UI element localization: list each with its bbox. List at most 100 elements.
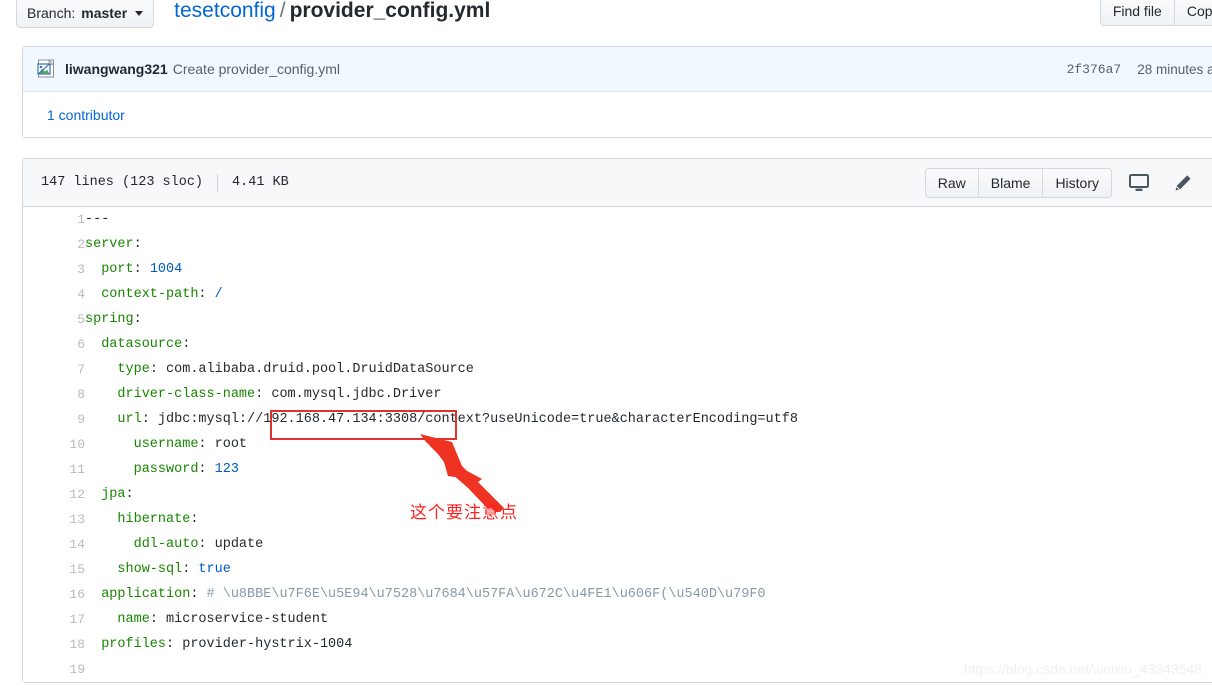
raw-button[interactable]: Raw [924,168,979,198]
code-line: 11 password: 123 [23,457,1212,482]
line-content: hibernate: [85,507,1212,532]
line-content: url: jdbc:mysql://192.168.47.134:3308/co… [85,407,1212,432]
line-number[interactable]: 7 [23,357,85,382]
code-token: username [85,437,199,452]
commit-author[interactable]: liwangwang321 [65,61,168,77]
commit-message[interactable]: Create provider_config.yml [173,61,340,77]
line-number[interactable]: 14 [23,532,85,557]
code-line: 15 show-sql: true [23,557,1212,582]
commit-sha[interactable]: 2f376a7 [1067,62,1122,77]
line-number[interactable]: 11 [23,457,85,482]
line-content: --- [85,207,1212,232]
blob-header: 147 lines (123 sloc) 4.41 KB Raw Blame H… [23,159,1212,207]
branch-name: master [81,5,128,21]
breadcrumb-repo-link[interactable]: tesetconfig [174,0,276,22]
code-token: : [182,337,191,352]
code-token: com.alibaba.druid.pool.DruidDataSource [166,362,474,377]
line-content: type: com.alibaba.druid.pool.DruidDataSo… [85,357,1212,382]
line-number[interactable]: 16 [23,582,85,607]
line-number[interactable]: 8 [23,382,85,407]
blame-button[interactable]: Blame [978,168,1044,198]
code-token: driver-class-name [85,387,256,402]
code-token: update [214,537,264,552]
code-token: : [166,637,183,652]
find-file-button[interactable]: Find file [1099,0,1175,26]
code-token: application [85,587,191,602]
code-token: : [190,512,199,527]
line-number[interactable]: 5 [23,307,85,332]
commit-time: 28 minutes ag [1137,62,1212,77]
code-token: : [198,537,215,552]
blob-actions: Raw Blame History [924,159,1212,207]
history-button[interactable]: History [1043,168,1112,198]
code-line: 16 application: # \u8BBE\u7F6E\u5E94\u75… [23,582,1212,607]
line-number[interactable]: 15 [23,557,85,582]
code-line: 8 driver-class-name: com.mysql.jdbc.Driv… [23,382,1212,407]
line-content: server: [85,232,1212,257]
line-number[interactable]: 10 [23,432,85,457]
code-token: 123 [214,462,239,477]
line-number[interactable]: 1 [23,207,85,232]
code-token: : [133,237,142,252]
contributors-link[interactable]: 1 contributor [47,107,125,123]
branch-selector-button[interactable]: Branch: master [16,0,155,28]
line-content: context-path: / [85,282,1212,307]
code-token: context-path [85,287,199,302]
line-content: jpa: [85,482,1212,507]
line-content: driver-class-name: com.mysql.jdbc.Driver [85,382,1212,407]
line-number[interactable]: 6 [23,332,85,357]
commit-meta: 2f376a7 28 minutes ag [1067,47,1212,92]
blob-lines-count: 147 lines (123 sloc) [41,175,204,190]
line-number[interactable]: 4 [23,282,85,307]
breadcrumb-filename: provider_config.yml [289,0,491,22]
code-token: provider-hystrix-1004 [182,637,353,652]
code-token: 1004 [149,262,183,277]
path-actions: Find file Copy pa [1099,0,1212,26]
line-number[interactable]: 17 [23,607,85,632]
line-number[interactable]: 12 [23,482,85,507]
breadcrumb-separator: / [279,0,286,22]
desktop-download-icon[interactable] [1122,168,1156,198]
blob-stats-divider [217,173,219,192]
code-token: # \u8BBE\u7F6E\u5E94\u7528\u7684\u57FA\u… [206,587,766,602]
line-content: ddl-auto: update [85,532,1212,557]
line-number[interactable]: 13 [23,507,85,532]
pencil-icon[interactable] [1166,168,1200,198]
line-content: password: 123 [85,457,1212,482]
line-content: name: microservice-student [85,607,1212,632]
code-token: : [182,562,199,577]
code-line: 10 username: root [23,432,1212,457]
copy-path-button[interactable]: Copy pa [1174,0,1212,26]
file-blob-box: 147 lines (123 sloc) 4.41 KB Raw Blame H… [22,158,1212,683]
github-file-view: Branch: master tesetconfig / provider_conf… [0,0,1212,689]
line-number[interactable]: 19 [23,657,85,682]
code-token: password [85,462,199,477]
code-line: 19 [23,657,1212,682]
code-token: : [133,312,142,327]
code-token: : [198,462,215,477]
line-content: username: root [85,432,1212,457]
line-number[interactable]: 18 [23,632,85,657]
code-token: spring [85,312,134,327]
code-line: 2 server: [23,232,1212,257]
code-line: 14 ddl-auto: update [23,532,1212,557]
code-token: com.mysql.jdbc.Driver [271,387,442,402]
line-content [85,657,1212,682]
code-token: : [141,412,158,427]
commit-info-box: liwangwang321 Create provider_config.yml… [22,46,1212,138]
code-line: 12 jpa: [23,482,1212,507]
line-number[interactable]: 9 [23,407,85,432]
line-number[interactable]: 2 [23,232,85,257]
code-token: : [198,437,215,452]
code-token: name [85,612,150,627]
line-content: port: 1004 [85,257,1212,282]
code-token: type [85,362,150,377]
code-line: 17 name: microservice-student [23,607,1212,632]
line-number[interactable]: 3 [23,257,85,282]
code-token: show-sql [85,562,183,577]
code-line: 4 context-path: / [23,282,1212,307]
code-token: jpa [85,487,126,502]
blob-stats: 147 lines (123 sloc) 4.41 KB [41,173,289,192]
code-token: datasource [85,337,183,352]
blob-file-size: 4.41 KB [232,175,289,190]
